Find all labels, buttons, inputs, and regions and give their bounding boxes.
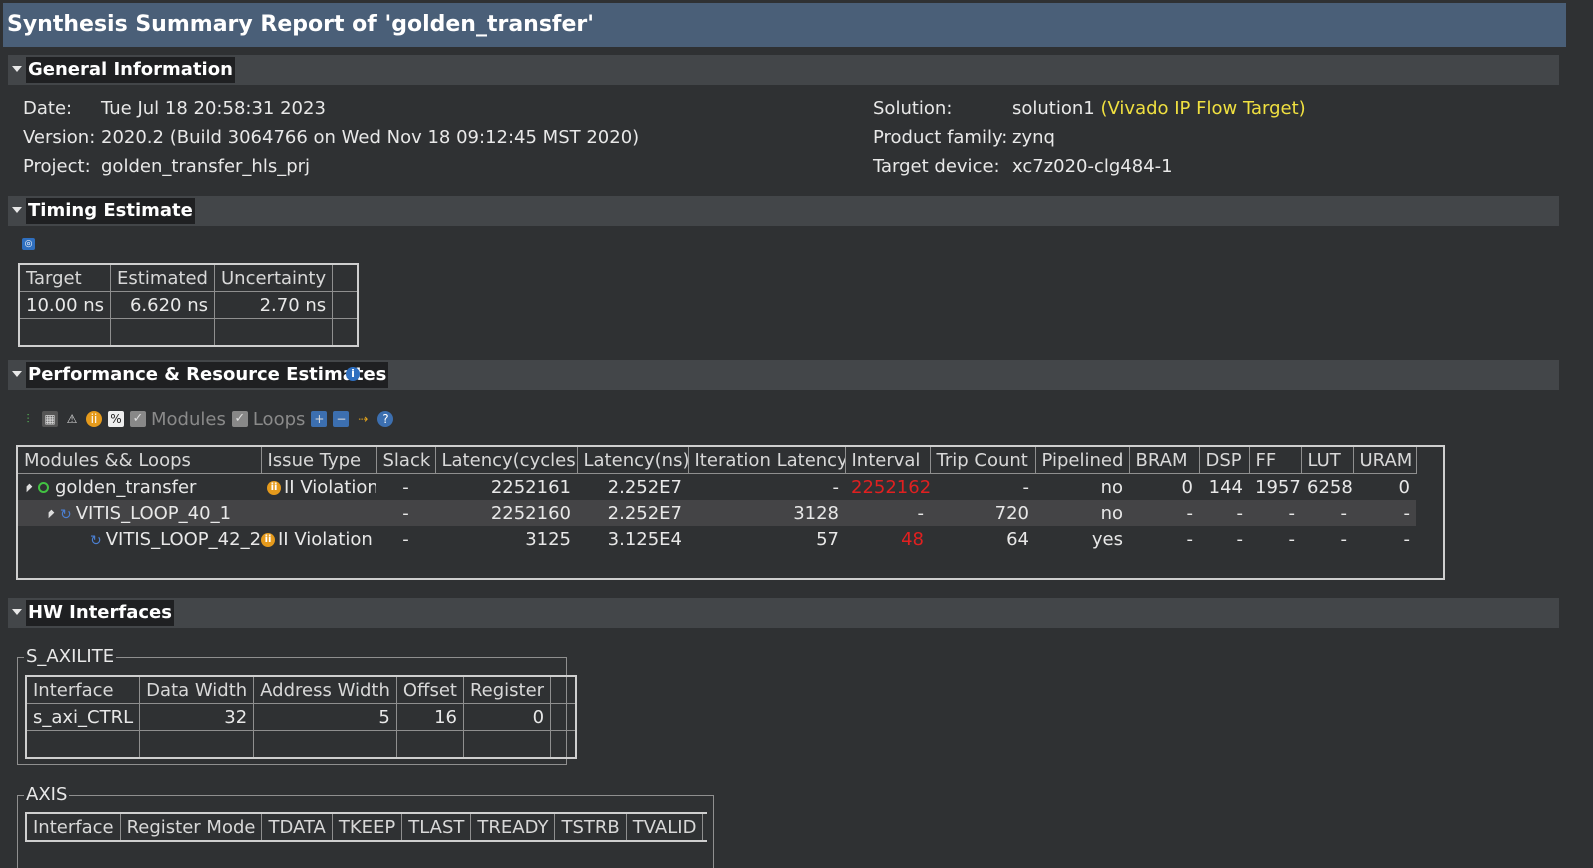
collapse-all-icon[interactable]: − <box>333 411 350 427</box>
expand-arrow-icon[interactable] <box>23 483 33 492</box>
modules-checkbox[interactable]: ✓ Modules <box>130 409 226 430</box>
timing-detail-icon[interactable]: ◎ <box>22 238 35 250</box>
collapse-icon[interactable] <box>12 207 22 213</box>
section-title: General Information <box>26 57 235 83</box>
family-value: zynq <box>1012 127 1055 148</box>
version-value: 2020.2 (Build 3064766 on Wed Nov 18 09:1… <box>101 127 640 148</box>
col-bram[interactable]: BRAM <box>1129 447 1200 474</box>
section-title: Timing Estimate <box>26 198 195 224</box>
col-slack[interactable]: Slack <box>376 447 436 474</box>
loop-icon: ↻ <box>60 506 72 523</box>
hw-header[interactable]: HW Interfaces <box>8 598 1559 628</box>
axis-table-clip: Interface Register Mode TDATA TKEEP TLAS… <box>25 812 707 852</box>
saxilite-table: Interface Data Width Address Width Offse… <box>25 675 578 759</box>
solution-value: solution1 <box>1012 98 1095 119</box>
project-value: golden_transfer_hls_prj <box>101 156 311 177</box>
perf-table: Modules && Loops Issue Type Slack Latenc… <box>18 447 1417 552</box>
col-uram[interactable]: URAM <box>1353 447 1417 474</box>
collapse-icon[interactable] <box>12 609 22 615</box>
expand-arrow-icon[interactable] <box>45 509 55 518</box>
col-ff[interactable]: FF <box>1249 447 1302 474</box>
col-modules-loops[interactable]: Modules && Loops <box>18 447 262 474</box>
table-row[interactable]: ↻ VITIS_LOOP_42_2 ii II Violation - 3125 3… <box>18 526 1416 552</box>
device-value: xc7z020-clg484-1 <box>1012 156 1173 177</box>
loop-icon: ↻ <box>90 532 102 549</box>
report-title: Synthesis Summary Report of 'golden_tran… <box>3 3 1566 47</box>
loops-checkbox[interactable]: ✓ Loops <box>231 409 305 430</box>
col-dsp[interactable]: DSP <box>1199 447 1250 474</box>
info-icon[interactable]: i <box>346 367 360 381</box>
col-latency-cycles[interactable]: Latency(cycles) <box>435 447 578 474</box>
group-legend: AXIS <box>24 784 70 805</box>
col-latency-ns[interactable]: Latency(ns) <box>577 447 689 474</box>
timing-header[interactable]: Timing Estimate <box>8 196 1559 226</box>
col-interval[interactable]: Interval <box>845 447 931 474</box>
perf-header-row: Modules && Loops Issue Type Slack Latenc… <box>18 447 1417 474</box>
col-trip-count[interactable]: Trip Count <box>930 447 1036 474</box>
table-row: 10.00 ns 6.620 ns 2.70 ns <box>18 291 359 319</box>
col-estimated: Estimated <box>110 263 215 292</box>
general-info-header[interactable]: General Information <box>8 55 1559 85</box>
device-row: Target device: xc7z020-clg484-1 <box>873 156 1173 177</box>
table-row[interactable]: ↻ VITIS_LOOP_40_1 - 2252160 2.252E7 3128 … <box>18 500 1416 526</box>
percent-icon[interactable]: % <box>108 411 124 427</box>
ii-violation-icon[interactable]: ii <box>86 411 102 427</box>
date-row: Date: Tue Jul 18 20:58:31 2023 <box>23 98 326 119</box>
version-row: Version: 2020.2 (Build 3064766 on Wed Nov… <box>23 127 640 148</box>
axis-table: Interface Register Mode TDATA TKEEP TLAS… <box>25 812 707 842</box>
perf-toolbar: ⫶ ▦ ⚠ ii % ✓ Modules ✓ Loops + − ⇢ ? <box>20 408 394 430</box>
col-lut[interactable]: LUT <box>1301 447 1354 474</box>
col-target: Target <box>18 263 112 292</box>
col-pipelined[interactable]: Pipelined <box>1035 447 1130 474</box>
hierarchy-icon[interactable]: ⫶ <box>20 411 36 427</box>
timing-table: Target Estimated Uncertainty 10.00 ns 6.… <box>18 263 360 347</box>
warning-icon[interactable]: ⚠ <box>64 411 80 427</box>
col-uncertainty: Uncertainty <box>213 263 334 292</box>
solution-flow: (Vivado IP Flow Target) <box>1100 98 1306 119</box>
date-value: Tue Jul 18 20:58:31 2023 <box>101 98 326 119</box>
project-row: Project: golden_transfer_hls_prj <box>23 156 311 177</box>
col-iteration-latency[interactable]: Iteration Latency <box>688 447 846 474</box>
col-issue-type[interactable]: Issue Type <box>261 447 377 474</box>
expand-all-icon[interactable]: + <box>311 411 328 427</box>
module-icon <box>38 482 49 493</box>
table-row[interactable]: golden_transfer ii II Violation - 2252161… <box>18 474 1416 501</box>
section-title: Performance & Resource Estimates <box>26 362 389 388</box>
table-row: s_axi_CTRL 32 5 16 0 <box>25 703 577 731</box>
perf-header[interactable]: Performance & Resource Estimates i <box>8 360 1559 390</box>
family-row: Product family: zynq <box>873 127 1055 148</box>
collapse-icon[interactable] <box>12 371 22 377</box>
grid-icon[interactable]: ▦ <box>42 411 58 427</box>
help-icon[interactable]: ? <box>377 411 394 427</box>
goto-source-icon[interactable]: ⇢ <box>355 411 371 427</box>
ii-violation-icon: ii <box>267 480 281 495</box>
ii-violation-icon: ii <box>261 532 275 547</box>
solution-row: Solution: solution1 (Vivado IP Flow Targe… <box>873 98 1306 119</box>
section-title: HW Interfaces <box>26 600 174 626</box>
group-legend: S_AXILITE <box>24 646 117 667</box>
collapse-icon[interactable] <box>12 66 22 72</box>
